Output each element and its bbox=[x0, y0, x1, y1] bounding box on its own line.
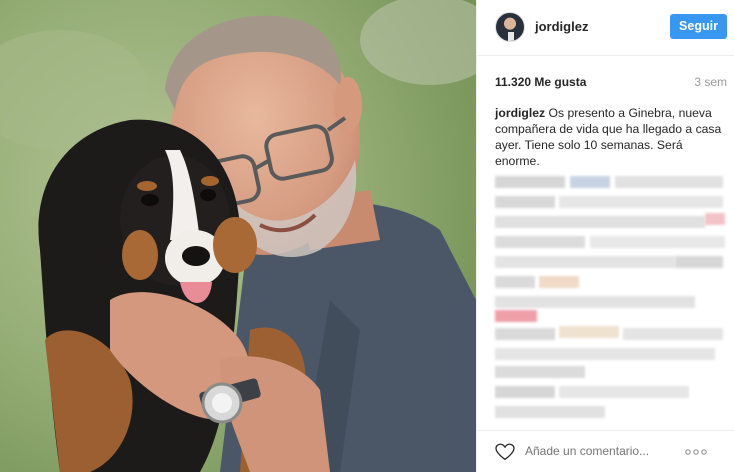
heart-icon[interactable] bbox=[495, 443, 515, 461]
post-stats: 11.320 Me gusta 3 sem bbox=[495, 75, 727, 91]
add-comment-input[interactable] bbox=[525, 444, 665, 458]
username-link[interactable]: jordiglez bbox=[535, 19, 588, 34]
caption-username[interactable]: jordiglez bbox=[495, 106, 545, 120]
photo-man-with-puppy bbox=[0, 0, 476, 472]
follow-button[interactable]: Seguir bbox=[670, 14, 727, 39]
post-sidebar: jordiglez Seguir 11.320 Me gusta 3 sem j… bbox=[476, 0, 734, 472]
post-photo[interactable] bbox=[0, 0, 476, 472]
post-caption: jordiglez Os presento a Ginebra, nueva c… bbox=[495, 105, 725, 169]
post-time[interactable]: 3 sem bbox=[694, 75, 727, 89]
blurred-comments bbox=[495, 168, 727, 430]
instagram-post: jordiglez Seguir 11.320 Me gusta 3 sem j… bbox=[0, 0, 734, 472]
post-header: jordiglez Seguir bbox=[477, 0, 734, 56]
avatar[interactable] bbox=[495, 12, 525, 42]
likes-count[interactable]: 11.320 Me gusta bbox=[495, 75, 586, 89]
more-options-icon[interactable] bbox=[685, 449, 707, 455]
comment-bar bbox=[477, 430, 734, 472]
